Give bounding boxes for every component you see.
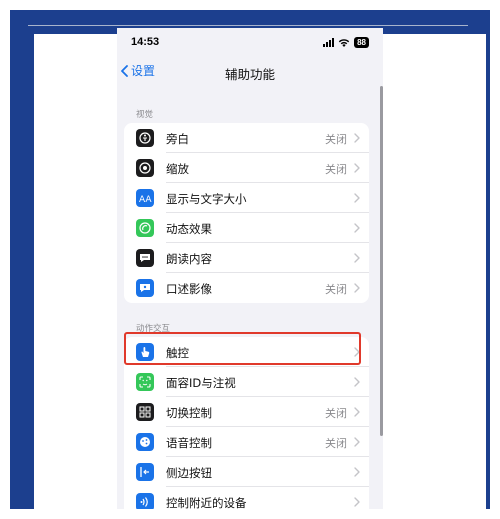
- row-label: 侧边按钮: [166, 466, 212, 480]
- row-label: 动态效果: [166, 222, 212, 236]
- row-label: 面容ID与注视: [166, 376, 236, 390]
- voice-control-icon: [136, 433, 154, 451]
- scrollbar[interactable]: [380, 86, 383, 436]
- chevron-right-icon: [354, 163, 360, 173]
- page-title: 辅助功能: [224, 67, 275, 82]
- settings-group-vision: 旁白 关闭 缩放 关闭 AA 显示与文字大小 动态效果 朗读内容 口述影像 关闭: [124, 123, 369, 303]
- status-icons: 88: [323, 36, 369, 48]
- signal-icon: [323, 37, 335, 47]
- phone-screen: 14:53 88 设置 辅助功能 视觉 旁白 关闭 缩放 关闭 AA 显示与文字…: [117, 28, 383, 509]
- chevron-right-icon: [354, 467, 360, 477]
- settings-row-switch-control[interactable]: 切换控制 关闭: [124, 397, 369, 427]
- switch-control-icon: [136, 403, 154, 421]
- svg-text:AA: AA: [139, 195, 152, 205]
- chevron-right-icon: [354, 193, 360, 203]
- zoom-icon: [136, 159, 154, 177]
- chevron-right-icon: [354, 437, 360, 447]
- settings-row-nearby-devices[interactable]: 控制附近的设备: [124, 487, 369, 509]
- wifi-icon: [338, 38, 350, 47]
- face-id-icon: [136, 373, 154, 391]
- status-time: 14:53: [131, 36, 160, 48]
- row-value: 关闭: [325, 133, 347, 146]
- row-value: 关闭: [325, 407, 347, 420]
- section-header-vision: 视觉: [136, 110, 154, 120]
- settings-row-motion[interactable]: 动态效果: [124, 213, 369, 243]
- settings-row-audio-description[interactable]: 口述影像 关闭: [124, 273, 369, 303]
- settings-row-face-id[interactable]: 面容ID与注视: [124, 367, 369, 397]
- settings-row-speech-bubble[interactable]: 朗读内容: [124, 243, 369, 273]
- speech-bubble-icon: [136, 249, 154, 267]
- settings-row-voice-control[interactable]: 语音控制 关闭: [124, 427, 369, 457]
- audio-description-icon: [136, 279, 154, 297]
- row-label: 控制附近的设备: [166, 496, 247, 509]
- battery-icon: 88: [354, 36, 369, 48]
- row-value: 关闭: [325, 437, 347, 450]
- row-label: 显示与文字大小: [166, 192, 247, 206]
- frame-top-line: [28, 25, 468, 26]
- voiceover-icon: [136, 129, 154, 147]
- settings-row-text-size[interactable]: AA 显示与文字大小: [124, 183, 369, 213]
- row-label: 朗读内容: [166, 252, 212, 266]
- chevron-right-icon: [354, 223, 360, 233]
- chevron-right-icon: [354, 133, 360, 143]
- status-bar: 14:53 88: [117, 28, 383, 56]
- settings-row-voiceover[interactable]: 旁白 关闭: [124, 123, 369, 153]
- side-button-icon: [136, 463, 154, 481]
- nearby-devices-icon: [136, 493, 154, 509]
- chevron-right-icon: [354, 377, 360, 387]
- chevron-right-icon: [354, 283, 360, 293]
- chevron-right-icon: [354, 497, 360, 507]
- motion-icon: [136, 219, 154, 237]
- row-label: 缩放: [166, 162, 189, 176]
- row-value: 关闭: [325, 283, 347, 296]
- row-label: 旁白: [166, 132, 189, 146]
- highlight-box: [124, 332, 361, 365]
- chevron-right-icon: [354, 407, 360, 417]
- settings-row-zoom[interactable]: 缩放 关闭: [124, 153, 369, 183]
- row-label: 语音控制: [166, 436, 212, 450]
- text-size-icon: AA: [136, 189, 154, 207]
- row-label: 口述影像: [166, 282, 212, 296]
- chevron-right-icon: [354, 253, 360, 263]
- settings-row-side-button[interactable]: 侧边按钮: [124, 457, 369, 487]
- navigation-bar: 设置 辅助功能: [117, 58, 383, 84]
- row-label: 切换控制: [166, 406, 212, 420]
- row-value: 关闭: [325, 163, 347, 176]
